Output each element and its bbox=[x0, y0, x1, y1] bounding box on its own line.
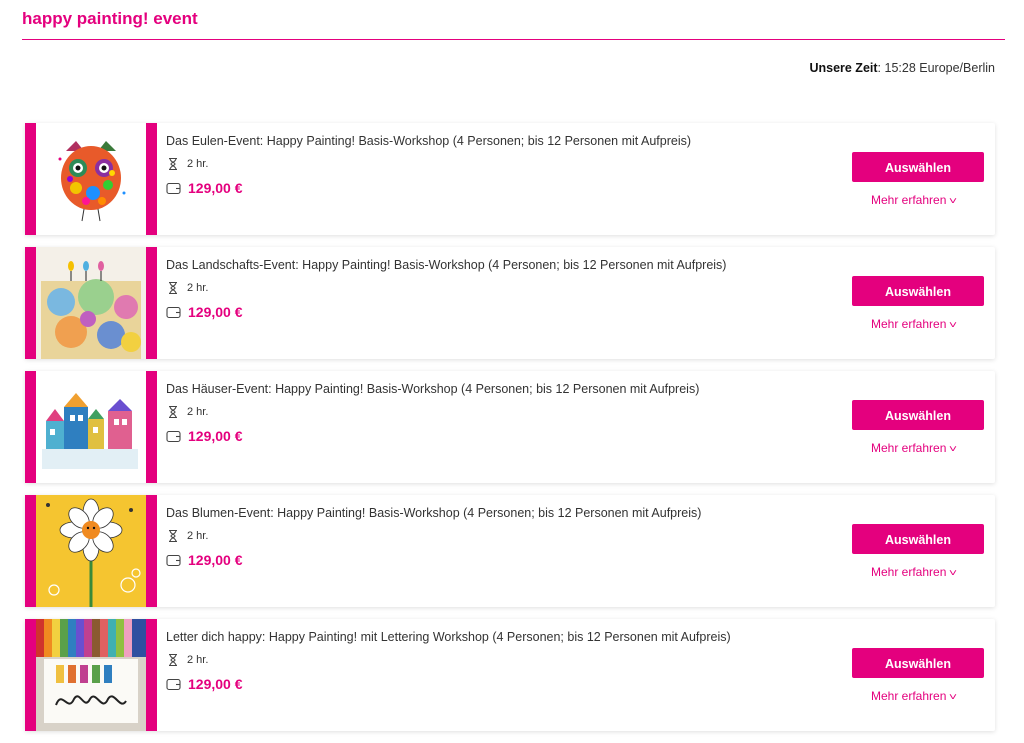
chevron-down-icon: ˅ bbox=[949, 444, 958, 455]
event-price: 129,00 € bbox=[188, 180, 243, 196]
hourglass-icon bbox=[169, 653, 177, 667]
hourglass-icon bbox=[169, 405, 177, 419]
card-accent-right bbox=[146, 371, 157, 483]
event-card-lettering: Letter dich happy: Happy Painting! mit L… bbox=[25, 619, 995, 731]
more-info-label: Mehr erfahren bbox=[871, 441, 947, 455]
event-price: 129,00 € bbox=[188, 428, 243, 444]
duration-row: 2 hr. bbox=[166, 157, 815, 171]
event-image-flowers bbox=[36, 495, 146, 607]
price-row: 129,00 € bbox=[166, 676, 815, 692]
timezone-info: Unsere Zeit: 15:28 Europe/Berlin bbox=[809, 61, 995, 75]
card-accent-left bbox=[25, 619, 36, 731]
card-accent-right bbox=[146, 247, 157, 359]
event-card-flowers: Das Blumen-Event: Happy Painting! Basis-… bbox=[25, 495, 995, 607]
price-row: 129,00 € bbox=[166, 304, 815, 320]
wallet-icon bbox=[166, 182, 181, 194]
event-info: Das Häuser-Event: Happy Painting! Basis-… bbox=[166, 381, 815, 444]
event-info: Letter dich happy: Happy Painting! mit L… bbox=[166, 629, 815, 692]
duration-row: 2 hr. bbox=[166, 529, 815, 543]
event-card-owl: Das Eulen-Event: Happy Painting! Basis-W… bbox=[25, 123, 995, 235]
event-list: Das Eulen-Event: Happy Painting! Basis-W… bbox=[25, 123, 995, 743]
wallet-icon bbox=[166, 306, 181, 318]
event-info: Das Landschafts-Event: Happy Painting! B… bbox=[166, 257, 815, 320]
card-accent-left bbox=[25, 247, 36, 359]
chevron-down-icon: ˅ bbox=[949, 196, 958, 207]
event-image-lettering bbox=[36, 619, 146, 731]
event-duration: 2 hr. bbox=[187, 530, 209, 542]
card-accent-left bbox=[25, 371, 36, 483]
event-card-houses: Das Häuser-Event: Happy Painting! Basis-… bbox=[25, 371, 995, 483]
select-button[interactable]: Auswählen bbox=[852, 524, 984, 554]
price-row: 129,00 € bbox=[166, 428, 815, 444]
duration-row: 2 hr. bbox=[166, 281, 815, 295]
more-info-link[interactable]: Mehr erfahren ˅ bbox=[871, 317, 958, 331]
timezone-label: Unsere Zeit bbox=[809, 61, 878, 75]
select-button[interactable]: Auswählen bbox=[852, 648, 984, 678]
select-button[interactable]: Auswählen bbox=[852, 152, 984, 182]
card-accent-left bbox=[25, 123, 36, 235]
event-duration: 2 hr. bbox=[187, 282, 209, 294]
event-title: Das Eulen-Event: Happy Painting! Basis-W… bbox=[166, 134, 692, 148]
event-title: Das Blumen-Event: Happy Painting! Basis-… bbox=[166, 506, 702, 520]
wallet-icon bbox=[166, 554, 181, 566]
card-accent-right bbox=[146, 123, 157, 235]
more-info-link[interactable]: Mehr erfahren ˅ bbox=[871, 689, 958, 703]
select-button[interactable]: Auswählen bbox=[852, 400, 984, 430]
event-image-owl bbox=[36, 123, 146, 235]
price-row: 129,00 € bbox=[166, 552, 815, 568]
page-title: happy painting! event bbox=[22, 9, 198, 28]
duration-row: 2 hr. bbox=[166, 405, 815, 419]
select-button[interactable]: Auswählen bbox=[852, 276, 984, 306]
hourglass-icon bbox=[169, 281, 177, 295]
event-duration: 2 hr. bbox=[187, 406, 209, 418]
event-info: Das Blumen-Event: Happy Painting! Basis-… bbox=[166, 505, 815, 568]
chevron-down-icon: ˅ bbox=[949, 320, 958, 331]
more-info-label: Mehr erfahren bbox=[871, 317, 947, 331]
event-info: Das Eulen-Event: Happy Painting! Basis-W… bbox=[166, 133, 815, 196]
wallet-icon bbox=[166, 430, 181, 442]
price-row: 129,00 € bbox=[166, 180, 815, 196]
event-image-houses bbox=[36, 371, 146, 483]
event-price: 129,00 € bbox=[188, 552, 243, 568]
more-info-label: Mehr erfahren bbox=[871, 193, 947, 207]
chevron-down-icon: ˅ bbox=[949, 692, 958, 703]
card-accent-right bbox=[146, 495, 157, 607]
chevron-down-icon: ˅ bbox=[949, 568, 958, 579]
duration-row: 2 hr. bbox=[166, 653, 815, 667]
event-title: Das Häuser-Event: Happy Painting! Basis-… bbox=[166, 382, 700, 396]
more-info-label: Mehr erfahren bbox=[871, 689, 947, 703]
event-title: Letter dich happy: Happy Painting! mit L… bbox=[166, 630, 731, 644]
event-price: 129,00 € bbox=[188, 304, 243, 320]
title-divider bbox=[22, 39, 1005, 40]
wallet-icon bbox=[166, 678, 181, 690]
hourglass-icon bbox=[169, 157, 177, 171]
event-price: 129,00 € bbox=[188, 676, 243, 692]
timezone-value: 15:28 Europe/Berlin bbox=[884, 61, 996, 75]
more-info-link[interactable]: Mehr erfahren ˅ bbox=[871, 193, 958, 207]
event-title: Das Landschafts-Event: Happy Painting! B… bbox=[166, 258, 727, 272]
more-info-label: Mehr erfahren bbox=[871, 565, 947, 579]
more-info-link[interactable]: Mehr erfahren ˅ bbox=[871, 565, 958, 579]
event-image-landscape bbox=[36, 247, 146, 359]
card-accent-right bbox=[146, 619, 157, 731]
event-duration: 2 hr. bbox=[187, 654, 209, 666]
more-info-link[interactable]: Mehr erfahren ˅ bbox=[871, 441, 958, 455]
event-duration: 2 hr. bbox=[187, 158, 209, 170]
event-card-landscape: Das Landschafts-Event: Happy Painting! B… bbox=[25, 247, 995, 359]
hourglass-icon bbox=[169, 529, 177, 543]
card-accent-left bbox=[25, 495, 36, 607]
